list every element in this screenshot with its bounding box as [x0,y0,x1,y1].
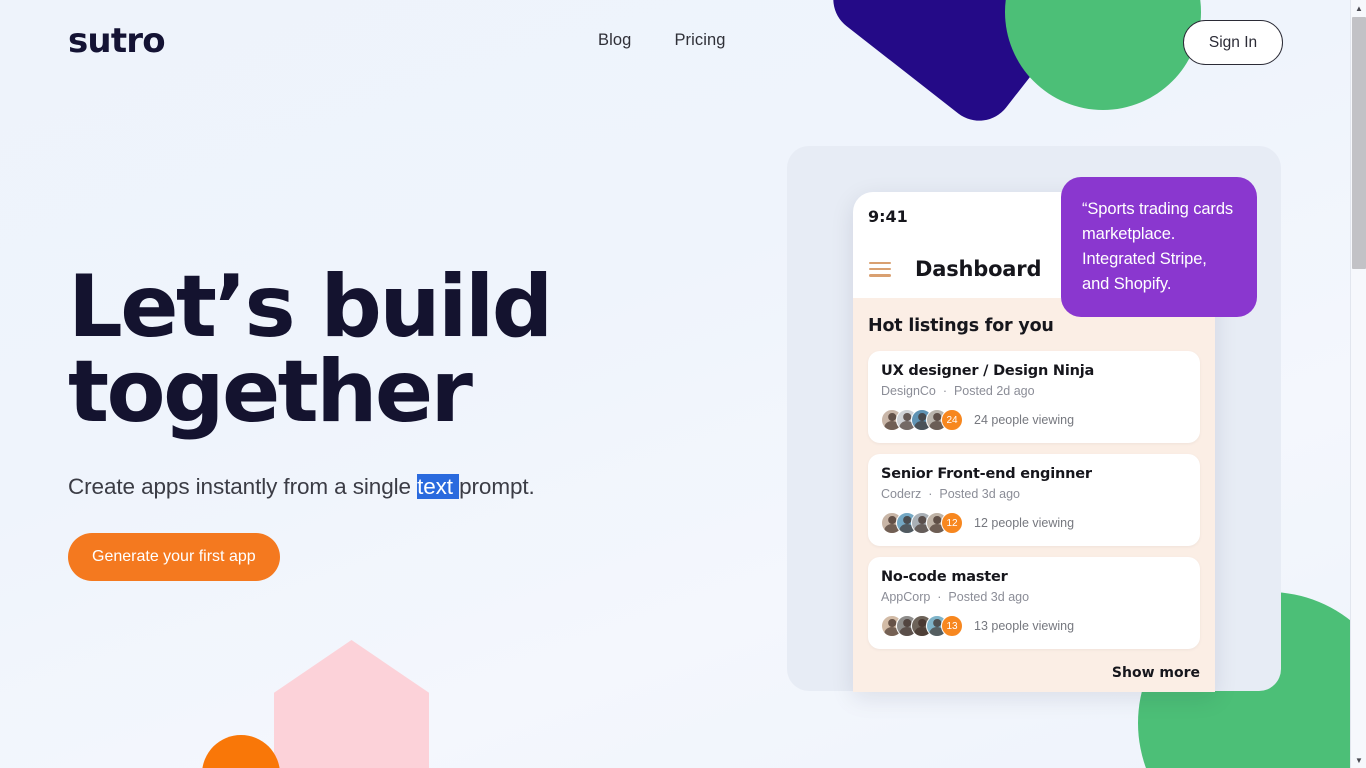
hero-headline: Let’s build together [68,257,553,443]
hero-subtitle: Create apps instantly from a single text… [68,474,551,500]
listing-title: UX designer / Design Ninja [881,363,1095,379]
listing-company: DesignCo [881,384,936,398]
listing-card[interactable]: UX designer / Design Ninja DesignCo · Pos… [868,351,1200,443]
listing-company: Coderz [881,487,922,501]
hero-section: Let’s build together Create apps instant… [68,257,553,582]
listing-title: No-code master [881,569,1008,585]
viewer-count-badge: 13 [941,615,963,637]
viewer-count-badge: 12 [941,512,963,534]
customer-quote-bubble: “Sports trading cards marketplace. Integ… [1061,177,1257,318]
decorative-pink-pentagon [274,640,429,768]
listing-posted: Posted 3d ago [939,487,1020,501]
listings-section-heading: Hot listings for you [868,316,1054,336]
listings-container: UX designer / Design Ninja DesignCo · Pos… [868,351,1200,649]
scrollbar-thumb[interactable] [1352,17,1366,269]
listing-meta: Coderz · Posted 3d ago [881,487,1186,501]
listing-footer: 24 24 people viewing [881,409,1186,431]
site-header: sutro Blog Pricing Sign In [0,0,1350,86]
scroll-down-arrow-icon[interactable]: ▼ [1351,752,1366,768]
hero-subtitle-selection: text [417,474,460,500]
avatar-stack: 24 [881,409,963,431]
hero-subtitle-after: prompt. [459,474,535,500]
listing-separator: · [928,487,933,501]
decorative-orange-circle [202,735,280,768]
generate-first-app-button[interactable]: Generate your first app [68,533,280,582]
listing-separator: · [937,590,942,604]
listing-posted: Posted 2d ago [953,384,1035,398]
phone-status-time: 9:41 [868,206,908,226]
listing-card[interactable]: No-code master AppCorp · Posted 3d ago 13 1… [868,557,1200,649]
hamburger-menu-icon[interactable] [869,261,891,277]
sign-in-button[interactable]: Sign In [1183,20,1283,65]
page-scrollbar[interactable]: ▲ ▼ [1350,0,1366,768]
phone-content-area: Hot listings for you UX designer / Desig… [853,298,1215,692]
listing-footer: 12 12 people viewing [881,512,1186,534]
viewing-count-label: 12 people viewing [974,516,1075,530]
viewing-count-label: 13 people viewing [974,619,1075,633]
viewing-count-label: 24 people viewing [974,413,1075,427]
listing-footer: 13 13 people viewing [881,615,1186,637]
nav-item-blog[interactable]: Blog [598,31,631,50]
show-more-link[interactable]: Show more [1112,665,1200,681]
landing-page: sutro Blog Pricing Sign In Let’s build t… [0,0,1366,768]
show-more-row: Show more [1112,664,1200,682]
listing-separator: · [942,384,948,398]
nav-item-pricing[interactable]: Pricing [674,31,725,50]
listing-posted: Posted 3d ago [948,590,1030,604]
listing-card[interactable]: Senior Front-end enginner Coderz · Posted… [868,454,1200,546]
main-nav: Blog Pricing [598,31,726,50]
hero-subtitle-before: Create apps instantly from a single [68,474,418,500]
phone-app-title: Dashboard [915,257,1042,281]
brand-logo[interactable]: sutro [68,21,166,61]
listing-company: AppCorp [881,590,931,604]
viewer-count-badge: 24 [941,409,963,431]
listing-meta: DesignCo · Posted 2d ago [881,384,1186,398]
scroll-up-arrow-icon[interactable]: ▲ [1351,0,1366,16]
listing-title: Senior Front-end enginner [881,466,1092,482]
listing-meta: AppCorp · Posted 3d ago [881,590,1186,604]
avatar-stack: 13 [881,615,963,637]
avatar-stack: 12 [881,512,963,534]
